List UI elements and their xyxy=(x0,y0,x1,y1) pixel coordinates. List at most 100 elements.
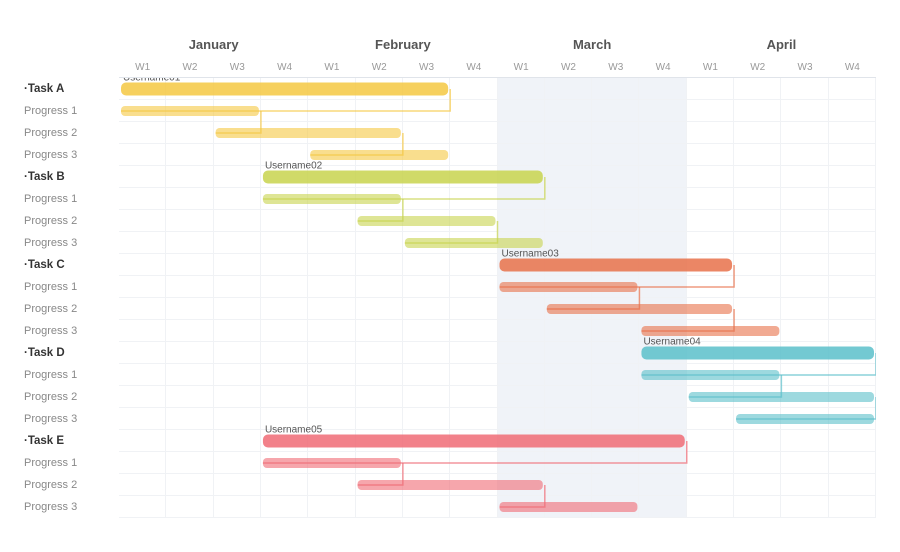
grid-cell xyxy=(166,232,213,253)
grid-cell xyxy=(687,430,734,451)
grid-cell xyxy=(261,430,308,451)
grid-cell xyxy=(214,386,261,407)
grid-cell xyxy=(829,188,876,209)
grid-cell xyxy=(545,276,592,297)
grid-cell xyxy=(545,166,592,187)
grid-cell xyxy=(781,496,828,517)
grid-cell xyxy=(781,342,828,363)
grid-cell xyxy=(781,144,828,165)
grid-cell xyxy=(450,298,497,319)
grid-cell xyxy=(308,430,355,451)
grid-cell xyxy=(498,144,545,165)
grid-cell xyxy=(119,122,166,143)
grid-cell xyxy=(450,254,497,275)
grid-cell xyxy=(545,364,592,385)
grid-cell xyxy=(356,342,403,363)
grid-cell xyxy=(829,496,876,517)
grid-cell xyxy=(166,210,213,231)
grid-cell xyxy=(308,254,355,275)
grid-cell xyxy=(829,232,876,253)
grid-cell xyxy=(545,320,592,341)
grid-cell xyxy=(781,166,828,187)
grid-cell xyxy=(356,122,403,143)
week-label: W3 xyxy=(214,58,261,77)
grid-cell xyxy=(308,232,355,253)
grid-cell xyxy=(356,210,403,231)
grid-cell xyxy=(734,144,781,165)
grid-cell xyxy=(261,210,308,231)
grid-cell xyxy=(829,474,876,495)
grid-cell xyxy=(734,78,781,99)
grid-cell xyxy=(261,364,308,385)
grid-cell xyxy=(214,474,261,495)
grid-cell xyxy=(498,78,545,99)
grid-cell xyxy=(308,320,355,341)
grid-cell xyxy=(450,210,497,231)
grid-cell xyxy=(734,276,781,297)
grid-cell xyxy=(356,386,403,407)
grid-cell xyxy=(687,166,734,187)
grid-cell xyxy=(214,408,261,429)
grid-cell xyxy=(119,452,166,473)
grid-cell xyxy=(308,474,355,495)
grid-cell xyxy=(639,210,686,231)
grid-cell xyxy=(450,408,497,429)
grid-cell xyxy=(545,144,592,165)
grid-cell xyxy=(166,100,213,121)
grid-cell xyxy=(403,122,450,143)
week-label: W4 xyxy=(829,58,876,77)
grid-cell xyxy=(450,100,497,121)
grid-cell xyxy=(261,320,308,341)
grid-cell xyxy=(639,408,686,429)
grid-cell xyxy=(639,276,686,297)
grid-cell xyxy=(403,364,450,385)
grid-cell xyxy=(781,78,828,99)
grid-cell xyxy=(119,166,166,187)
grid-cell xyxy=(214,122,261,143)
grid-cell xyxy=(639,298,686,319)
grid-cell xyxy=(687,452,734,473)
grid-cell xyxy=(308,188,355,209)
grid-cell xyxy=(214,144,261,165)
grid-cell xyxy=(687,386,734,407)
grid-cell xyxy=(498,320,545,341)
grid-cell xyxy=(450,386,497,407)
grid-cell xyxy=(450,474,497,495)
row-label: ·Task A xyxy=(24,78,119,100)
grid-cell xyxy=(545,298,592,319)
grid-cell xyxy=(545,232,592,253)
grid-cell xyxy=(592,364,639,385)
grid-cell xyxy=(356,100,403,121)
week-header: W1W2W3W4W1W2W3W4W1W2W3W4W1W2W3W4 xyxy=(119,58,876,78)
grid-cell xyxy=(687,408,734,429)
grid-cell xyxy=(450,496,497,517)
row-label: Progress 3 xyxy=(24,144,119,166)
grid-cell xyxy=(687,496,734,517)
grid-cell xyxy=(829,298,876,319)
grid-cell xyxy=(781,188,828,209)
grid-cell xyxy=(592,430,639,451)
row-label: Progress 2 xyxy=(24,474,119,496)
grid-cell xyxy=(545,452,592,473)
grid-cell xyxy=(639,254,686,275)
grid-cell xyxy=(308,386,355,407)
grid-cell xyxy=(639,386,686,407)
grid-cell xyxy=(734,386,781,407)
grid-cell xyxy=(450,452,497,473)
grid-cell xyxy=(545,430,592,451)
grid-cell xyxy=(545,408,592,429)
grid-cell xyxy=(829,452,876,473)
grid-cell xyxy=(356,254,403,275)
grid-cell xyxy=(734,254,781,275)
grid-cell xyxy=(214,276,261,297)
grid-cell xyxy=(829,254,876,275)
grid-cell xyxy=(261,452,308,473)
grid-cell xyxy=(687,254,734,275)
row-label: Progress 2 xyxy=(24,298,119,320)
grid-cell xyxy=(166,276,213,297)
grid-cell xyxy=(734,430,781,451)
grid-cell xyxy=(166,430,213,451)
grid-row xyxy=(119,122,876,144)
grid-cell xyxy=(639,144,686,165)
grid-cell xyxy=(687,210,734,231)
